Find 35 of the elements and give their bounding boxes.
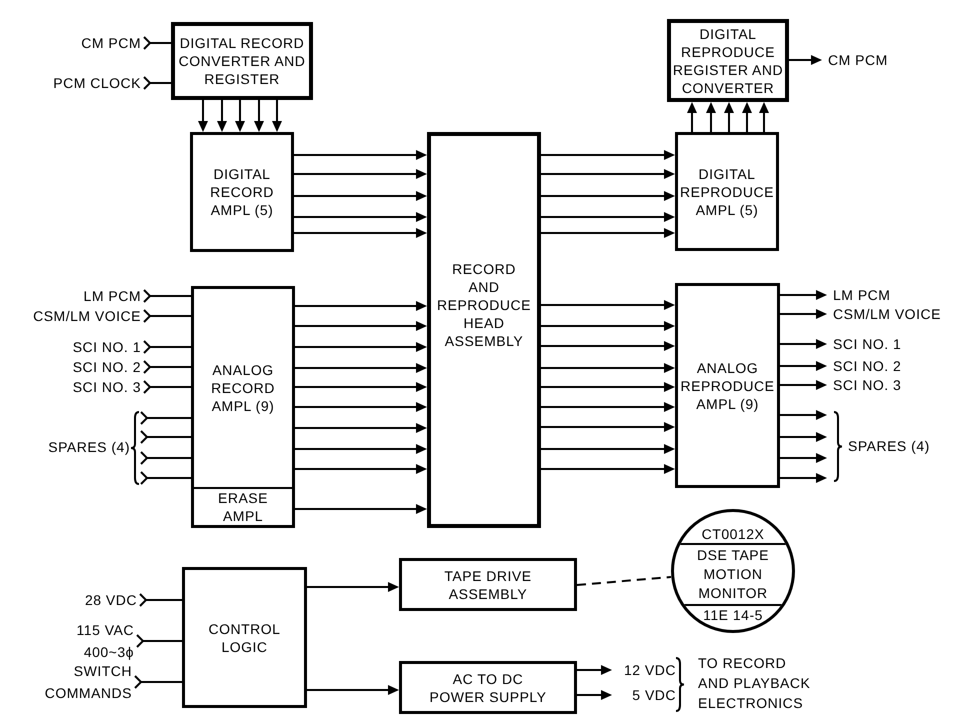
input-label: 115 VAC 400~3ϕ [76, 621, 134, 662]
block-label: ANALOG REPRODUCE AMPL (9) [680, 358, 774, 412]
block-label: DIGITAL RECORD AMPL (5) [210, 165, 274, 219]
output-label: CSM/LM VOICE [833, 305, 941, 324]
block-label: ANALOG RECORD AMPL (9) [211, 361, 275, 415]
monitor-code: CT0012X [702, 525, 764, 543]
output-label: SCI NO. 3 [833, 376, 902, 395]
output-label: LM PCM [833, 286, 890, 305]
monitor-label: DSE TAPE MOTION MONITOR [697, 546, 769, 603]
input-label: SCI NO. 2 [72, 358, 141, 377]
input-label: LM PCM [84, 287, 141, 306]
block-label: RECORD AND REPRODUCE HEAD ASSEMBLY [437, 260, 531, 350]
input-label: SCI NO. 3 [72, 378, 141, 397]
input-label: PCM CLOCK [53, 74, 141, 93]
output-label: 5 VDC [631, 686, 676, 705]
block-label: TAPE DRIVE ASSEMBLY [444, 566, 532, 602]
output-label: 12 VDC [622, 661, 676, 680]
block-label: DIGITAL REPRODUCE REGISTER AND CONVERTER [672, 24, 784, 96]
output-label: TO RECORD AND PLAYBACK ELECTRONICS [698, 654, 810, 713]
erase-section: ERASE AMPL [194, 487, 292, 525]
block-label: DIGITAL REPRODUCE AMPL (5) [680, 164, 774, 218]
input-label: SPARES (4) [48, 438, 130, 457]
input-label: CSM/LM VOICE [33, 307, 141, 326]
block-label: DIGITAL RECORD CONVERTER AND REGISTER [178, 34, 306, 88]
input-label: CM PCM [81, 34, 141, 53]
output-label: SCI NO. 1 [833, 335, 902, 354]
output-label: SPARES (4) [848, 437, 930, 456]
block-label: AC TO DC POWER SUPPLY [430, 670, 546, 706]
output-label: CM PCM [828, 51, 888, 70]
input-label: SWITCH COMMANDS [44, 662, 132, 703]
block-label: CONTROL LOGIC [208, 620, 280, 656]
monitor-number: 11E 14-5 [703, 606, 763, 624]
input-label: SCI NO. 1 [72, 338, 141, 357]
input-label: 28 VDC [84, 591, 137, 610]
output-label: SCI NO. 2 [833, 357, 902, 376]
